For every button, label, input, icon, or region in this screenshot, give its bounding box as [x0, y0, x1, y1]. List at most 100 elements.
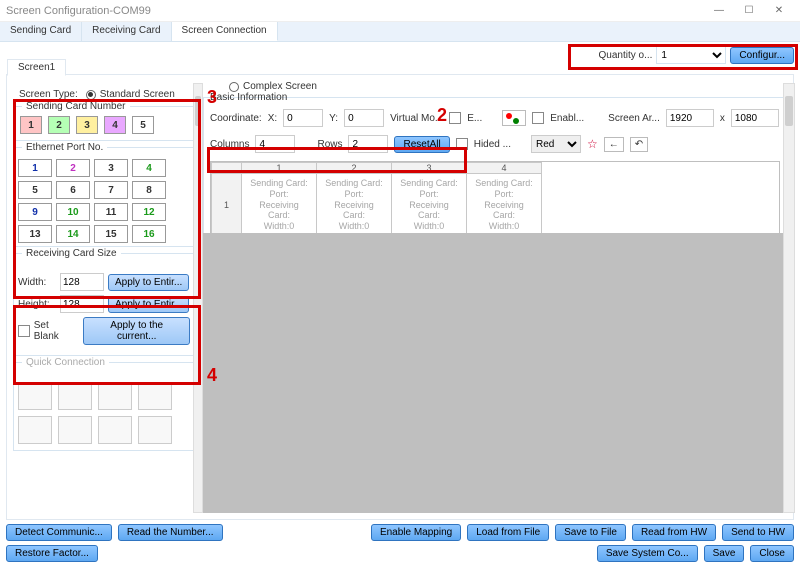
- ethernet-port-16[interactable]: 16: [132, 225, 166, 243]
- height-label: Height:: [18, 299, 56, 310]
- left-scrollbar[interactable]: [193, 83, 203, 513]
- main-panel: Complex Screen Basic Information Coordin…: [203, 83, 787, 513]
- quick-connection-group: Quick Connection: [13, 362, 195, 451]
- height-input[interactable]: [60, 295, 104, 313]
- ethernet-port-1[interactable]: 1: [18, 159, 52, 177]
- quick-conn-pattern-1[interactable]: [58, 382, 92, 410]
- sending-card-4[interactable]: 4: [104, 116, 126, 134]
- quick-conn-pattern-7[interactable]: [138, 416, 172, 444]
- ethernet-port-14[interactable]: 14: [56, 225, 90, 243]
- read-number-button[interactable]: Read the Number...: [118, 524, 223, 541]
- columns-input[interactable]: [255, 135, 295, 153]
- enable-checkbox[interactable]: [532, 112, 544, 124]
- y-label: Y:: [329, 113, 338, 124]
- ethernet-port-4[interactable]: 4: [132, 159, 166, 177]
- radio-complex[interactable]: Complex Screen: [229, 81, 317, 92]
- ethernet-port-7[interactable]: 7: [94, 181, 128, 199]
- restore-factor-button[interactable]: Restore Factor...: [6, 545, 98, 562]
- main-tabs: Sending Card Receiving Card Screen Conne…: [0, 22, 800, 42]
- screen-w-input[interactable]: [666, 109, 714, 127]
- save-system-button[interactable]: Save System Co...: [597, 545, 698, 562]
- window-title: Screen Configuration-COM99: [6, 5, 704, 17]
- load-from-file-button[interactable]: Load from File: [467, 524, 549, 541]
- radio-standard[interactable]: Standard Screen: [86, 89, 175, 100]
- right-scrollbar[interactable]: [783, 83, 795, 513]
- quick-conn-pattern-0[interactable]: [18, 382, 52, 410]
- ethernet-port-2[interactable]: 2: [56, 159, 90, 177]
- canvas-area[interactable]: [203, 233, 787, 513]
- ethernet-port-10[interactable]: 10: [56, 203, 90, 221]
- annotation-num-3: 3: [207, 87, 217, 108]
- screen-ar-label: Screen Ar...: [608, 113, 660, 124]
- sending-card-2[interactable]: 2: [48, 116, 70, 134]
- ethernet-port-15[interactable]: 15: [94, 225, 128, 243]
- screen1-tab[interactable]: Screen1: [7, 59, 66, 76]
- recv-size-title: Receiving Card Size: [22, 248, 121, 259]
- grid-cell[interactable]: Sending Card:Port:ReceivingCard:Width:0: [467, 174, 542, 237]
- color-select[interactable]: Red: [531, 135, 581, 153]
- rows-input[interactable]: [348, 135, 388, 153]
- x-mul: x: [720, 113, 725, 124]
- quantity-row: Quantity o... 1 Configur...: [598, 46, 794, 64]
- bottom-toolbar: Detect Communic... Read the Number... En…: [0, 522, 800, 568]
- save-to-file-button[interactable]: Save to File: [555, 524, 626, 541]
- quick-conn-pattern-2[interactable]: [98, 382, 132, 410]
- sending-card-3[interactable]: 3: [76, 116, 98, 134]
- detect-communic-button[interactable]: Detect Communic...: [6, 524, 112, 541]
- ethernet-title: Ethernet Port No.: [22, 142, 107, 153]
- enable-mapping-button[interactable]: Enable Mapping: [371, 524, 461, 541]
- rgb-icon[interactable]: [502, 110, 526, 126]
- virtual-mode-label: Virtual Mo...: [390, 113, 443, 124]
- x-input[interactable]: [283, 109, 323, 127]
- star-icon[interactable]: ☆: [587, 137, 598, 151]
- e-checkbox[interactable]: [449, 112, 461, 124]
- apply-entire-col-button[interactable]: Apply to Entir...: [108, 274, 189, 291]
- hided-checkbox[interactable]: [456, 138, 468, 150]
- apply-current-button[interactable]: Apply to the current...: [83, 317, 190, 345]
- grid-col-header: 1: [242, 163, 317, 174]
- ethernet-port-5[interactable]: 5: [18, 181, 52, 199]
- ethernet-port-9[interactable]: 9: [18, 203, 52, 221]
- close-button[interactable]: Close: [750, 545, 794, 562]
- minimize-icon[interactable]: —: [704, 1, 734, 21]
- grid-cell[interactable]: Sending Card:Port:ReceivingCard:Width:0: [392, 174, 467, 237]
- quick-conn-pattern-6[interactable]: [98, 416, 132, 444]
- tab-screen-connection[interactable]: Screen Connection: [172, 22, 278, 41]
- close-icon[interactable]: ✕: [764, 1, 794, 21]
- sending-card-5[interactable]: 5: [132, 116, 154, 134]
- quick-conn-pattern-3[interactable]: [138, 382, 172, 410]
- ethernet-port-3[interactable]: 3: [94, 159, 128, 177]
- screen-h-input[interactable]: [731, 109, 779, 127]
- ethernet-port-11[interactable]: 11: [94, 203, 128, 221]
- save-button[interactable]: Save: [704, 545, 745, 562]
- undo-icon[interactable]: ↶: [630, 137, 648, 152]
- hided-label: Hided ...: [474, 139, 511, 150]
- send-to-hw-button[interactable]: Send to HW: [722, 524, 794, 541]
- quantity-select[interactable]: 1: [656, 46, 726, 64]
- maximize-icon[interactable]: ☐: [734, 1, 764, 21]
- ethernet-port-12[interactable]: 12: [132, 203, 166, 221]
- reset-all-button[interactable]: ResetAll: [394, 136, 449, 153]
- ethernet-port-6[interactable]: 6: [56, 181, 90, 199]
- back-icon[interactable]: ←: [604, 137, 624, 152]
- grid-cell[interactable]: Sending Card:Port:ReceivingCard:Width:0: [317, 174, 392, 237]
- grid-row-header: 1: [212, 174, 242, 237]
- coordinate-label: Coordinate:: [210, 113, 262, 124]
- ethernet-port-13[interactable]: 13: [18, 225, 52, 243]
- quick-conn-pattern-5[interactable]: [58, 416, 92, 444]
- ethernet-port-8[interactable]: 8: [132, 181, 166, 199]
- quick-conn-pattern-4[interactable]: [18, 416, 52, 444]
- tab-receiving-card[interactable]: Receiving Card: [82, 22, 171, 41]
- screen-area: Screen1 Screen Type: Standard Screen Sen…: [6, 74, 794, 520]
- sending-card-1[interactable]: 1: [20, 116, 42, 134]
- tab-sending-card[interactable]: Sending Card: [0, 22, 82, 41]
- read-from-hw-button[interactable]: Read from HW: [632, 524, 716, 541]
- width-input[interactable]: [60, 273, 104, 291]
- configure-button[interactable]: Configur...: [730, 47, 794, 64]
- y-input[interactable]: [344, 109, 384, 127]
- apply-entire-row-button[interactable]: Apply to Entir...: [108, 296, 189, 313]
- grid-cell[interactable]: Sending Card:Port:ReceivingCard:Width:0: [242, 174, 317, 237]
- set-blank-checkbox[interactable]: [18, 325, 30, 337]
- grid-col-header: 3: [392, 163, 467, 174]
- set-blank-label: Set Blank: [34, 320, 76, 342]
